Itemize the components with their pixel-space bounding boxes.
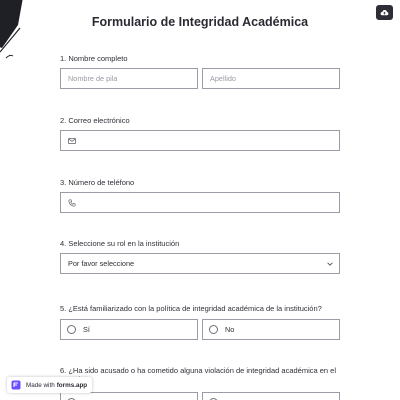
radio-circle-icon[interactable] xyxy=(209,325,218,334)
question-3-label: 3. Número de teléfono xyxy=(60,178,135,187)
chevron-down-icon xyxy=(327,262,333,266)
last-name-placeholder: Apellido xyxy=(210,74,236,83)
first-name-input[interactable]: Nombre de pila xyxy=(60,68,198,89)
policy-yes-label: Sí xyxy=(83,325,90,334)
last-name-input[interactable]: Apellido xyxy=(202,68,340,89)
corner-decoration xyxy=(0,0,40,60)
violation-yes-option[interactable] xyxy=(60,392,198,400)
form-page: Formulario de Integridad Académica 1. No… xyxy=(0,0,400,400)
phone-icon xyxy=(68,198,76,207)
question-2-label: 2. Correo electrónico xyxy=(60,116,130,125)
question-5-label: 5. ¿Está familiarizado con la política d… xyxy=(60,304,322,313)
made-with-brand: forms.app xyxy=(56,381,88,389)
email-input[interactable] xyxy=(60,130,340,151)
policy-yes-option[interactable]: Sí xyxy=(60,319,198,340)
envelope-icon xyxy=(68,137,76,144)
first-name-placeholder: Nombre de pila xyxy=(68,74,118,83)
made-with-text: Made with xyxy=(26,381,55,389)
radio-circle-icon[interactable] xyxy=(67,325,76,334)
form-title: Formulario de Integridad Académica xyxy=(91,15,309,29)
question-6-label: 6. ¿Ha sido acusado o ha cometido alguna… xyxy=(60,366,337,384)
phone-input[interactable] xyxy=(60,192,340,213)
question-1-label: 1. Nombre completo xyxy=(60,54,128,63)
policy-no-option[interactable]: No xyxy=(202,319,340,340)
question-4-label: 4. Seleccione su rol en la institución xyxy=(60,239,180,248)
violation-no-option[interactable] xyxy=(202,392,340,400)
made-with-badge[interactable]: Made with forms.app xyxy=(7,377,93,393)
role-select-value: Por favor seleccione xyxy=(68,259,135,268)
policy-no-label: No xyxy=(225,325,235,334)
role-select[interactable]: Por favor seleccione xyxy=(60,253,340,274)
forms-app-logo-icon xyxy=(11,380,21,390)
